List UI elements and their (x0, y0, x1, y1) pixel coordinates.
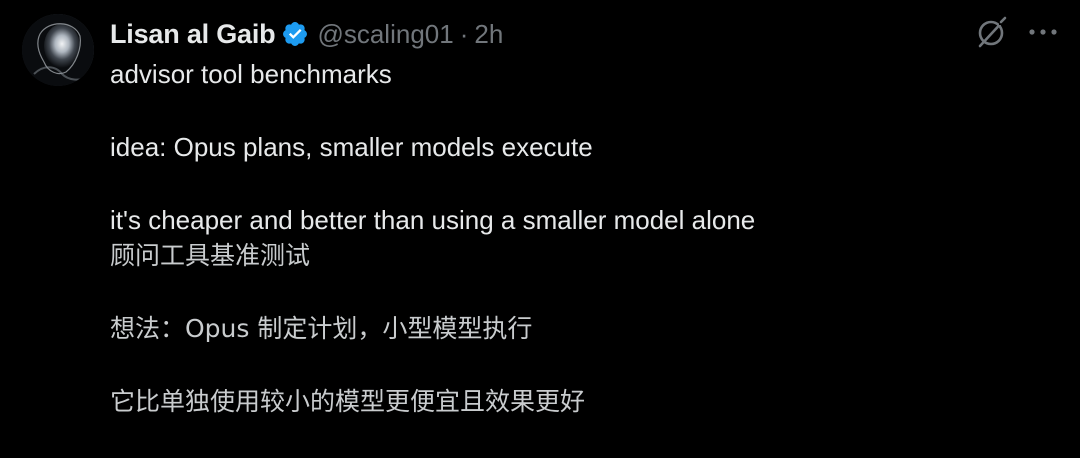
verified-badge-icon (281, 20, 309, 48)
tweet-line-2: idea: Opus plans, smaller models execute (110, 132, 593, 162)
author-name[interactable]: Lisan al Gaib (110, 19, 276, 50)
tweet-text: advisor tool benchmarks idea: Opus plans… (110, 56, 1050, 420)
author-handle[interactable]: @scaling01 (317, 19, 453, 50)
avatar[interactable] (22, 14, 94, 86)
separator-dot: · (459, 18, 469, 49)
tweet: Lisan al Gaib @scaling01 · 2h advisor to… (0, 0, 1080, 458)
tweet-line-1: advisor tool benchmarks (110, 59, 392, 89)
timestamp[interactable]: 2h (474, 19, 503, 50)
grok-icon[interactable] (974, 14, 1010, 50)
avatar-image (22, 14, 94, 86)
tweet-header: Lisan al Gaib @scaling01 · 2h (110, 14, 503, 54)
translation-line-2: 想法：Opus 制定计划，小型模型执行 (110, 314, 533, 343)
translation-line-1: 顾问工具基准测试 (110, 241, 311, 270)
more-options-icon[interactable] (1026, 18, 1060, 46)
translation-line-3: 它比单独使用较小的模型更便宜且效果更好 (110, 387, 586, 416)
tweet-line-3: it's cheaper and better than using a sma… (110, 205, 756, 235)
